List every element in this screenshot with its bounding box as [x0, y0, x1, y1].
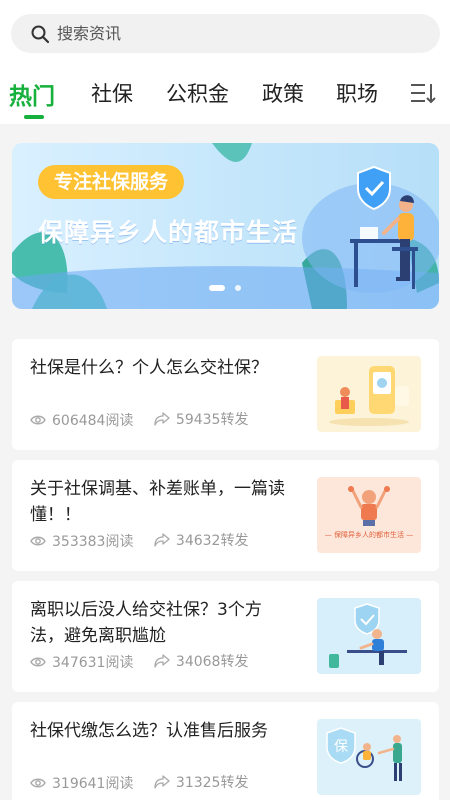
share-icon	[154, 654, 170, 668]
banner-title: 保障异乡人的都市生活	[38, 218, 299, 247]
article-stats: 319641阅读 31325转发	[30, 772, 248, 792]
search-icon	[31, 25, 50, 44]
article-card[interactable]: 社保是什么？个人怎么交社保？ 606484阅读 59435转发	[12, 339, 439, 450]
read-count: 319641阅读	[52, 776, 134, 792]
tab-workplace[interactable]: 职场	[336, 78, 378, 108]
banner-tag: 专注社保服务	[38, 165, 185, 199]
carousel-dot	[235, 285, 241, 291]
article-card[interactable]: 关于社保调基、补差账单，一篇读懂！！ 353383阅读 34632转发 — 保障…	[12, 460, 439, 571]
tab-housing-fund[interactable]: 公积金	[166, 78, 229, 108]
article-title: 离职以后没人给交社保？3个方法，避免离职尴尬	[30, 600, 262, 646]
eye-icon	[30, 778, 46, 788]
article-stats: 606484阅读 59435转发	[30, 409, 248, 429]
tab-policy[interactable]: 政策	[262, 78, 304, 108]
article-title: 关于社保调基、补差账单，一篇读懂！！	[30, 479, 285, 525]
thumbnail-shield-text: 保	[334, 739, 348, 755]
article-title: 社保是什么？个人怎么交社保？	[30, 358, 268, 378]
search-input[interactable]	[57, 14, 417, 53]
search-bar[interactable]	[11, 14, 440, 53]
article-thumbnail	[317, 356, 421, 432]
article-card[interactable]: 离职以后没人给交社保？3个方法，避免离职尴尬 347631阅读 34068转发	[12, 581, 439, 692]
share-count: 34632转发	[175, 533, 249, 549]
tab-active-indicator	[24, 115, 44, 119]
promo-banner[interactable]: 专注社保服务 保障异乡人的都市生活	[12, 143, 439, 309]
share-icon	[154, 412, 170, 426]
article-title: 社保代缴怎么选？认准售后服务	[30, 721, 268, 741]
article-thumbnail	[317, 598, 421, 674]
article-thumbnail: 保	[317, 719, 421, 795]
thumbnail-caption: — 保障异乡人的都市生活 —	[325, 530, 413, 539]
article-card[interactable]: 社保代缴怎么选？认准售后服务 319641阅读 31325转发 保	[12, 702, 439, 800]
eye-icon	[30, 536, 46, 546]
tab-social-security[interactable]: 社保	[91, 78, 133, 108]
share-icon	[154, 533, 170, 547]
article-stats: 347631阅读 34068转发	[30, 651, 248, 671]
tab-hot[interactable]: 热门	[9, 77, 55, 111]
article-stats: 353383阅读 34632转发	[30, 530, 248, 550]
share-count: 34068转发	[175, 654, 249, 670]
share-icon	[154, 775, 170, 789]
share-count: 59435转发	[175, 412, 249, 428]
share-count: 31325转发	[175, 775, 249, 791]
eye-icon	[30, 415, 46, 425]
read-count: 347631阅读	[52, 655, 134, 671]
eye-icon	[30, 657, 46, 667]
article-thumbnail: — 保障异乡人的都市生活 —	[317, 477, 421, 553]
read-count: 353383阅读	[52, 534, 134, 550]
carousel-dot-active	[209, 285, 225, 291]
top-header: 热门 社保 公积金 政策 职场	[0, 0, 450, 124]
list-sort-icon[interactable]	[410, 82, 436, 104]
read-count: 606484阅读	[52, 413, 134, 429]
